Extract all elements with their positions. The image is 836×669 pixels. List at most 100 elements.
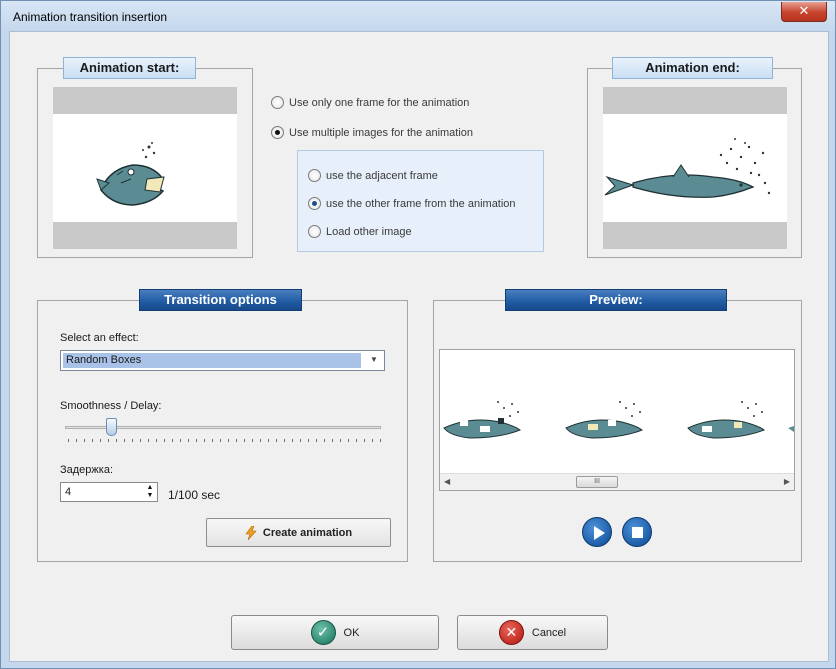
play-icon <box>594 526 605 540</box>
slider-tick <box>140 439 141 442</box>
slider-tick <box>100 439 101 442</box>
slider-tick <box>372 439 373 442</box>
slider-tick <box>228 439 229 442</box>
slider-tick <box>172 439 173 442</box>
checkmark-icon: ✓ <box>310 620 336 645</box>
slider-tick <box>116 439 117 442</box>
option-adjacent-frame[interactable]: use the adjacent frame <box>308 169 438 182</box>
slider-tick <box>364 439 365 442</box>
cancel-button[interactable]: ✕ Cancel <box>457 615 608 650</box>
radio-other-frame[interactable] <box>308 197 321 210</box>
slider-tick <box>156 439 157 442</box>
smoothness-label: Smoothness / Delay: <box>60 400 162 412</box>
preview-area: ◀ III ▶ <box>439 349 795 491</box>
animation-end-title: Animation end: <box>612 57 773 79</box>
scrollbar-thumb[interactable]: III <box>576 476 618 488</box>
close-icon: ✕ <box>798 3 810 18</box>
delay-stepper[interactable]: 4 ▲ ▼ <box>60 482 158 502</box>
close-button[interactable]: ✕ <box>781 2 827 22</box>
slider-tick <box>204 439 205 442</box>
chevron-down-icon[interactable]: ▼ <box>368 354 380 366</box>
end-frame-image <box>603 87 787 249</box>
delay-label: Задержка: <box>60 464 114 476</box>
slider-tick <box>212 439 213 442</box>
dialog-client-area: Animation start: Use only one frame for … <box>9 31 829 662</box>
option-single-frame[interactable]: Use only one frame for the animation <box>271 96 469 109</box>
slider-tick <box>164 439 165 442</box>
dialog-window: Animation transition insertion ✕ Animati… <box>0 0 836 669</box>
animation-start-title: Animation start: <box>63 57 196 79</box>
slider-tick <box>276 439 277 442</box>
slider-tick <box>68 439 69 442</box>
delay-value: 4 <box>65 486 72 498</box>
ok-button[interactable]: ✓ OK <box>231 615 439 650</box>
radio-adjacent-frame[interactable] <box>308 169 321 182</box>
slider-tick <box>196 439 197 442</box>
slider-tick <box>236 439 237 442</box>
option-other-frame-label: use the other frame from the animation <box>326 197 516 210</box>
spin-arrows[interactable]: ▲ ▼ <box>145 484 155 500</box>
radio-load-image[interactable] <box>308 225 321 238</box>
window-title: Animation transition insertion <box>13 10 168 24</box>
slider-tick <box>252 439 253 442</box>
radio-multiple-images[interactable] <box>271 126 284 139</box>
delay-unit: 1/100 sec <box>168 488 221 502</box>
option-load-image[interactable]: Load other image <box>308 225 412 238</box>
animation-start-panel <box>37 68 253 258</box>
radio-single-frame[interactable] <box>271 96 284 109</box>
ok-label: OK <box>343 626 360 639</box>
create-animation-button[interactable]: Create animation <box>206 518 391 547</box>
effect-select-value: Random Boxes <box>63 353 361 368</box>
start-frame-image <box>53 87 237 249</box>
slider-tick <box>260 439 261 442</box>
slider-tick <box>332 439 333 442</box>
transition-options-title: Transition options <box>139 289 302 311</box>
smoothness-slider-thumb[interactable] <box>106 418 118 436</box>
option-single-frame-label: Use only one frame for the animation <box>289 96 470 109</box>
start-fish-image <box>96 142 165 206</box>
slider-tick <box>124 439 125 442</box>
title-bar[interactable]: Animation transition insertion ✕ <box>1 1 835 31</box>
create-animation-label: Create animation <box>262 526 353 539</box>
slider-tick <box>324 439 325 442</box>
option-multiple-images-label: Use multiple images for the animation <box>289 126 474 139</box>
preview-filmstrip <box>443 401 794 439</box>
slider-tick <box>292 439 293 442</box>
option-other-frame[interactable]: use the other frame from the animation <box>308 197 516 210</box>
slider-tick <box>268 439 269 442</box>
option-load-image-label: Load other image <box>326 225 412 238</box>
animation-end-panel <box>587 68 802 258</box>
slider-tick <box>300 439 301 442</box>
slider-tick <box>220 439 221 442</box>
slider-tick <box>380 439 381 442</box>
multiple-images-options: use the adjacent frame use the other fra… <box>297 150 544 252</box>
spin-up-icon[interactable]: ▲ <box>145 484 155 492</box>
scroll-left-icon[interactable]: ◀ <box>444 477 450 486</box>
effect-select[interactable]: Random Boxes ▼ <box>60 350 385 371</box>
slider-tick <box>284 439 285 442</box>
play-button[interactable] <box>582 517 612 547</box>
scroll-right-icon[interactable]: ▶ <box>784 477 790 486</box>
option-multiple-images[interactable]: Use multiple images for the animation <box>271 126 473 139</box>
slider-tick <box>316 439 317 442</box>
slider-tick <box>148 439 149 442</box>
slider-tick <box>188 439 189 442</box>
preview-horizontal-scrollbar[interactable]: ◀ III ▶ <box>440 473 794 490</box>
effect-label: Select an effect: <box>60 332 139 344</box>
stop-icon <box>632 527 643 538</box>
stop-button[interactable] <box>622 517 652 547</box>
spin-down-icon[interactable]: ▼ <box>145 492 155 500</box>
slider-tick <box>340 439 341 442</box>
slider-tick <box>92 439 93 442</box>
cancel-label: Cancel <box>531 626 567 639</box>
slider-tick <box>108 439 109 442</box>
slider-tick <box>84 439 85 442</box>
slider-tick <box>180 439 181 442</box>
lightning-icon <box>245 525 257 540</box>
slider-tick <box>76 439 77 442</box>
smoothness-slider-ticks <box>68 439 381 443</box>
slider-tick <box>356 439 357 442</box>
slider-tick <box>308 439 309 442</box>
cancel-x-icon: ✕ <box>498 620 524 645</box>
option-adjacent-frame-label: use the adjacent frame <box>326 169 438 182</box>
